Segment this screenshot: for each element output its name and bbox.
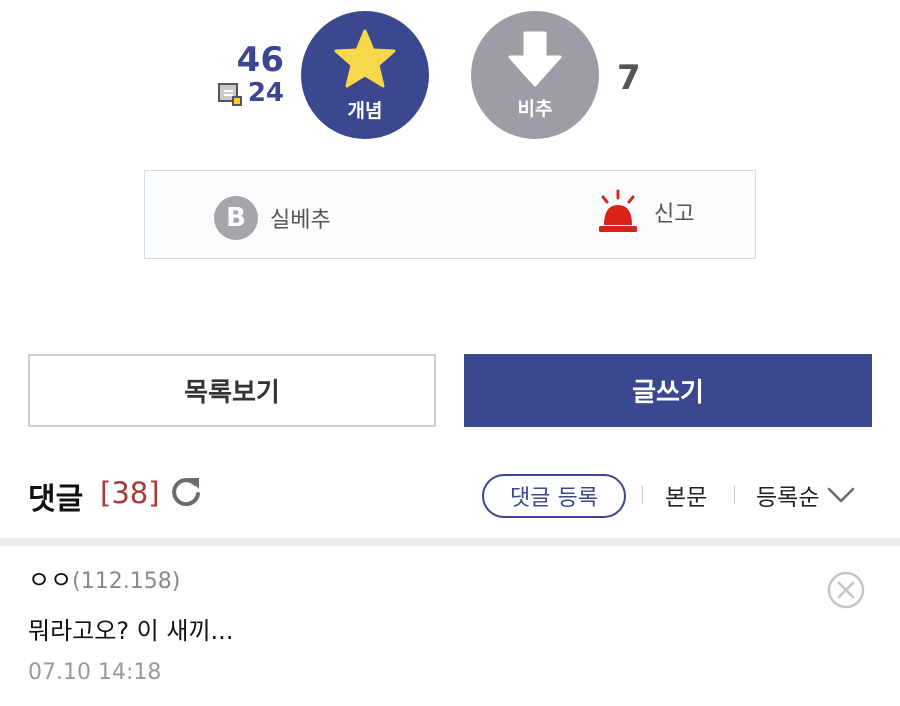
section-divider bbox=[0, 538, 900, 546]
comment-author[interactable]: ㅇㅇ bbox=[28, 560, 72, 595]
sort-dropdown[interactable]: 등록순 bbox=[756, 478, 855, 512]
downvote-button[interactable]: 비추 bbox=[471, 11, 599, 139]
comments-header: 댓글 [38] 댓글 등록 본문 등록순 bbox=[28, 472, 872, 518]
comments-count: [38] bbox=[100, 476, 160, 510]
report-box: B 실베추 신고 bbox=[144, 170, 756, 259]
fixed-nick-count: 24 bbox=[247, 78, 284, 108]
comment-register-button[interactable]: 댓글 등록 bbox=[482, 474, 626, 518]
chevron-down-icon bbox=[828, 487, 855, 503]
report-button[interactable]: 신고 bbox=[596, 189, 694, 235]
fixed-nick-count-row: 24 bbox=[200, 78, 284, 108]
fixed-nick-icon bbox=[216, 80, 242, 106]
comment-ip: (112.158) bbox=[72, 569, 181, 594]
downvote-label: 비추 bbox=[517, 97, 553, 120]
upvote-count: 46 bbox=[236, 40, 284, 80]
best-recommend-button[interactable]: B 실베추 bbox=[214, 196, 331, 240]
write-post-button[interactable]: 글쓰기 bbox=[464, 354, 872, 427]
comment-item: ㅇㅇ (112.158) 뭐라고오? 이 새끼... 07.10 14:18 bbox=[28, 560, 872, 685]
report-label: 신고 bbox=[654, 202, 695, 227]
list-view-button[interactable]: 목록보기 bbox=[28, 354, 436, 427]
best-recommend-label: 실베추 bbox=[270, 208, 331, 233]
downvote-count: 7 bbox=[617, 58, 641, 98]
sort-label: 등록순 bbox=[756, 485, 820, 511]
upvote-label: 개념 bbox=[347, 99, 383, 122]
siren-icon bbox=[599, 189, 637, 232]
separator bbox=[642, 486, 643, 504]
comment-text: 뭐라고오? 이 새끼... bbox=[28, 617, 234, 645]
body-link[interactable]: 본문 bbox=[665, 478, 707, 512]
refresh-icon[interactable] bbox=[168, 474, 204, 510]
star-icon bbox=[334, 29, 396, 87]
comment-author-row: ㅇㅇ (112.158) bbox=[28, 560, 872, 595]
arrow-down-icon bbox=[508, 31, 562, 86]
comment-date: 07.10 14:18 bbox=[28, 660, 162, 685]
best-b-icon: B bbox=[214, 196, 258, 240]
comments-title: 댓글 bbox=[28, 482, 84, 517]
delete-circle-icon[interactable] bbox=[826, 570, 866, 610]
vote-counts: 46 24 bbox=[200, 40, 284, 108]
upvote-button[interactable]: 개념 bbox=[301, 11, 429, 139]
separator bbox=[734, 486, 735, 504]
